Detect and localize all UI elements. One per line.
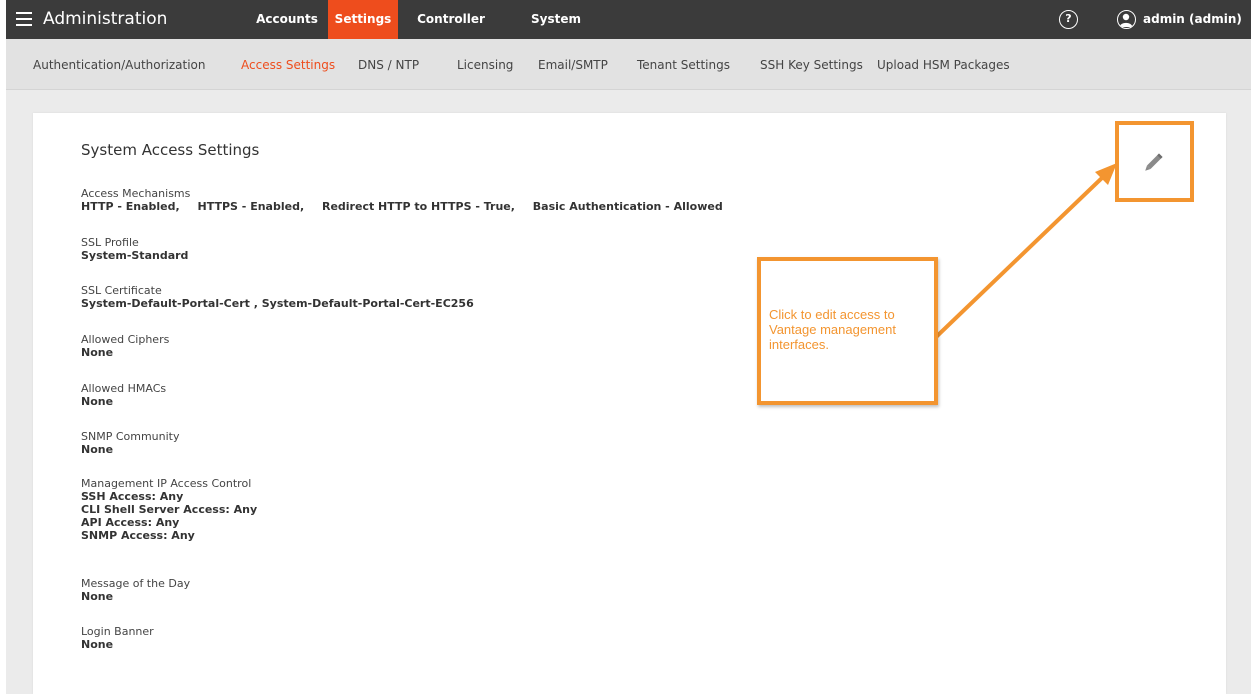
settings-subnav: Authentication/Authorization Access Sett…	[6, 39, 1251, 90]
field-value: None	[81, 395, 114, 408]
field-label: Allowed Ciphers	[81, 333, 170, 346]
field-value: None	[81, 346, 114, 359]
user-menu-label[interactable]: admin (admin)	[1143, 12, 1242, 26]
mgmt-api-access: API Access: Any	[81, 516, 180, 529]
field-label: Access Mechanisms	[81, 187, 191, 200]
field-value: None	[81, 590, 114, 603]
field-allowed-ciphers: Allowed Ciphers None	[81, 333, 169, 359]
field-label: Management IP Access Control	[81, 477, 252, 490]
field-label: Message of the Day	[81, 577, 191, 590]
field-allowed-hmacs: Allowed HMACs None	[81, 382, 166, 408]
subnav-tenant-settings[interactable]: Tenant Settings	[637, 58, 730, 72]
field-value: HTTP - Enabled, HTTPS - Enabled, Redirec…	[81, 200, 737, 213]
pencil-icon[interactable]	[1139, 149, 1167, 177]
callout-text: Click to edit access to Vantage manageme…	[769, 307, 896, 352]
field-login-banner: Login Banner None	[81, 625, 154, 651]
field-management-ip-access: Management IP Access Control SSH Access:…	[81, 477, 257, 542]
top-nav-controller[interactable]: Controller	[410, 0, 492, 39]
app-title: Administration	[43, 9, 168, 29]
top-navigation-bar: Administration Accounts Settings Control…	[6, 0, 1251, 65]
subnav-licensing[interactable]: Licensing	[457, 58, 513, 72]
field-value: None	[81, 443, 114, 456]
subnav-authentication-authorization[interactable]: Authentication/Authorization	[33, 58, 206, 72]
subnav-ssh-key-settings[interactable]: SSH Key Settings	[760, 58, 863, 72]
top-nav-settings[interactable]: Settings	[328, 0, 398, 39]
access-redirect: Redirect HTTP to HTTPS - True,	[321, 200, 515, 213]
subnav-dns-ntp[interactable]: DNS / NTP	[358, 58, 419, 72]
top-nav-accounts[interactable]: Accounts	[246, 0, 328, 39]
mgmt-snmp-access: SNMP Access: Any	[81, 529, 195, 542]
subnav-email-smtp[interactable]: Email/SMTP	[538, 58, 608, 72]
subnav-upload-hsm-packages[interactable]: Upload HSM Packages	[877, 58, 1010, 72]
annotation-callout: Click to edit access to Vantage manageme…	[757, 257, 938, 405]
hamburger-menu-icon[interactable]	[16, 12, 32, 26]
access-basic-auth: Basic Authentication - Allowed	[532, 200, 723, 213]
field-ssl-certificate: SSL Certificate System-Default-Portal-Ce…	[81, 284, 474, 310]
field-label: SNMP Community	[81, 430, 180, 443]
field-label: SSL Certificate	[81, 284, 162, 297]
field-snmp-community: SNMP Community None	[81, 430, 180, 456]
access-https: HTTPS - Enabled,	[197, 200, 305, 213]
subnav-access-settings[interactable]: Access Settings	[241, 58, 335, 72]
field-access-mechanisms: Access Mechanisms HTTP - Enabled, HTTPS …	[81, 187, 737, 213]
question-circle-icon[interactable]: ?	[1059, 10, 1078, 29]
field-ssl-profile: SSL Profile System-Standard	[81, 236, 188, 262]
mgmt-cli-access: CLI Shell Server Access: Any	[81, 503, 258, 516]
field-value: System-Default-Portal-Cert , System-Defa…	[81, 297, 474, 310]
top-nav-system-upgrade[interactable]: System Upgrade	[502, 0, 610, 65]
field-label: Login Banner	[81, 625, 154, 638]
field-message-of-the-day: Message of the Day None	[81, 577, 190, 603]
window-edge	[0, 0, 6, 694]
access-http: HTTP - Enabled,	[81, 200, 180, 213]
field-value: None	[81, 638, 114, 651]
user-circle-icon[interactable]	[1117, 10, 1136, 29]
field-label: Allowed HMACs	[81, 382, 167, 395]
field-value: System-Standard	[81, 249, 189, 262]
mgmt-ssh-access: SSH Access: Any	[81, 490, 184, 503]
section-title: System Access Settings	[81, 141, 260, 159]
field-label: SSL Profile	[81, 236, 139, 249]
